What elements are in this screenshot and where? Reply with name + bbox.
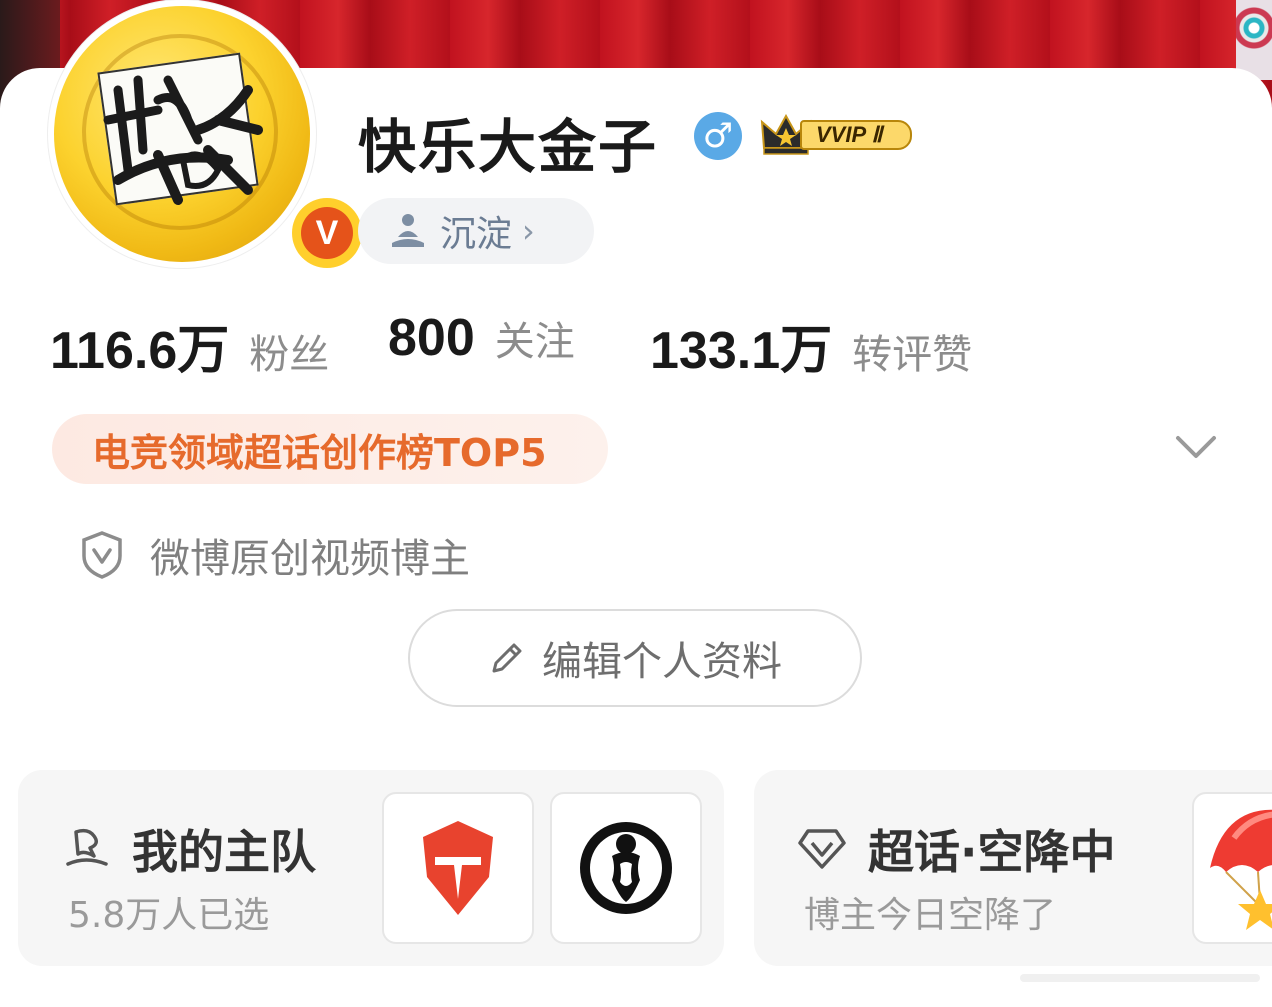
- verified-v-icon: V: [301, 207, 353, 259]
- vvip-label: VVIP Ⅱ: [800, 120, 912, 150]
- stat-value: 800: [388, 309, 475, 367]
- shield-v-icon: [82, 531, 122, 579]
- super-topic-title-label: 超话·空降中: [868, 825, 1116, 879]
- stat-value: 133.1万: [650, 322, 833, 380]
- chevron-down-icon[interactable]: [1172, 430, 1220, 466]
- team-logo-red-icon: [423, 821, 493, 915]
- team-flag-icon: [66, 828, 108, 866]
- team-logo-ig[interactable]: [550, 792, 702, 944]
- stat-fans[interactable]: 116.6万 粉丝: [50, 308, 329, 380]
- my-team-title: 我的主队: [64, 816, 316, 882]
- super-topic-title: 超话·空降中: [798, 816, 1115, 882]
- scroll-indicator: [1020, 974, 1260, 982]
- banner-decoration: [1236, 0, 1272, 80]
- status-button[interactable]: 沉淀 ›: [358, 198, 594, 264]
- team-logo-ig-icon: [580, 822, 672, 914]
- edit-profile-button[interactable]: 编辑个人资料: [408, 609, 862, 707]
- my-team-subtitle: 5.8万人已选: [68, 895, 270, 936]
- vvip-badge[interactable]: VVIP Ⅱ: [760, 114, 918, 156]
- diamond-icon: [798, 829, 846, 869]
- stat-following[interactable]: 800 关注: [388, 308, 575, 368]
- stat-value: 116.6万: [50, 322, 230, 380]
- rank-tag[interactable]: 电竞领域超话创作榜TOP5: [52, 414, 608, 484]
- pencil-icon: [492, 643, 522, 673]
- avatar[interactable]: V: [48, 0, 362, 268]
- edit-profile-label: 编辑个人资料: [542, 639, 782, 685]
- avatar-calligraphy-icon: [103, 75, 263, 205]
- meditation-icon: [392, 214, 424, 247]
- gender-male-icon: ♂: [694, 112, 742, 160]
- stat-label: 关注: [494, 319, 575, 365]
- status-label: 沉淀: [440, 214, 513, 255]
- stat-label: 粉丝: [249, 332, 330, 378]
- chevron-right-icon: ›: [522, 212, 535, 250]
- super-topic-card[interactable]: 超话·空降中 博主今日空降了: [754, 770, 1272, 966]
- my-team-card[interactable]: 我的主队 5.8万人已选: [18, 770, 724, 966]
- parachute-icon: [1210, 809, 1272, 930]
- verified-badge: V: [292, 198, 362, 268]
- stat-interactions[interactable]: 133.1万 转评赞: [650, 308, 972, 380]
- certification-row: 微博原创视频博主: [80, 526, 470, 584]
- my-team-title-label: 我的主队: [132, 825, 316, 879]
- super-topic-subtitle: 博主今日空降了: [804, 895, 1057, 936]
- profile-name: 快乐大金子: [358, 113, 659, 181]
- certification-label: 微博原创视频博主: [150, 536, 470, 582]
- team-logo-red[interactable]: [382, 792, 534, 944]
- rank-tag-label: 电竞领域超话创作榜TOP5: [92, 430, 547, 475]
- stat-label: 转评赞: [852, 332, 973, 378]
- parachute-box[interactable]: [1192, 792, 1272, 944]
